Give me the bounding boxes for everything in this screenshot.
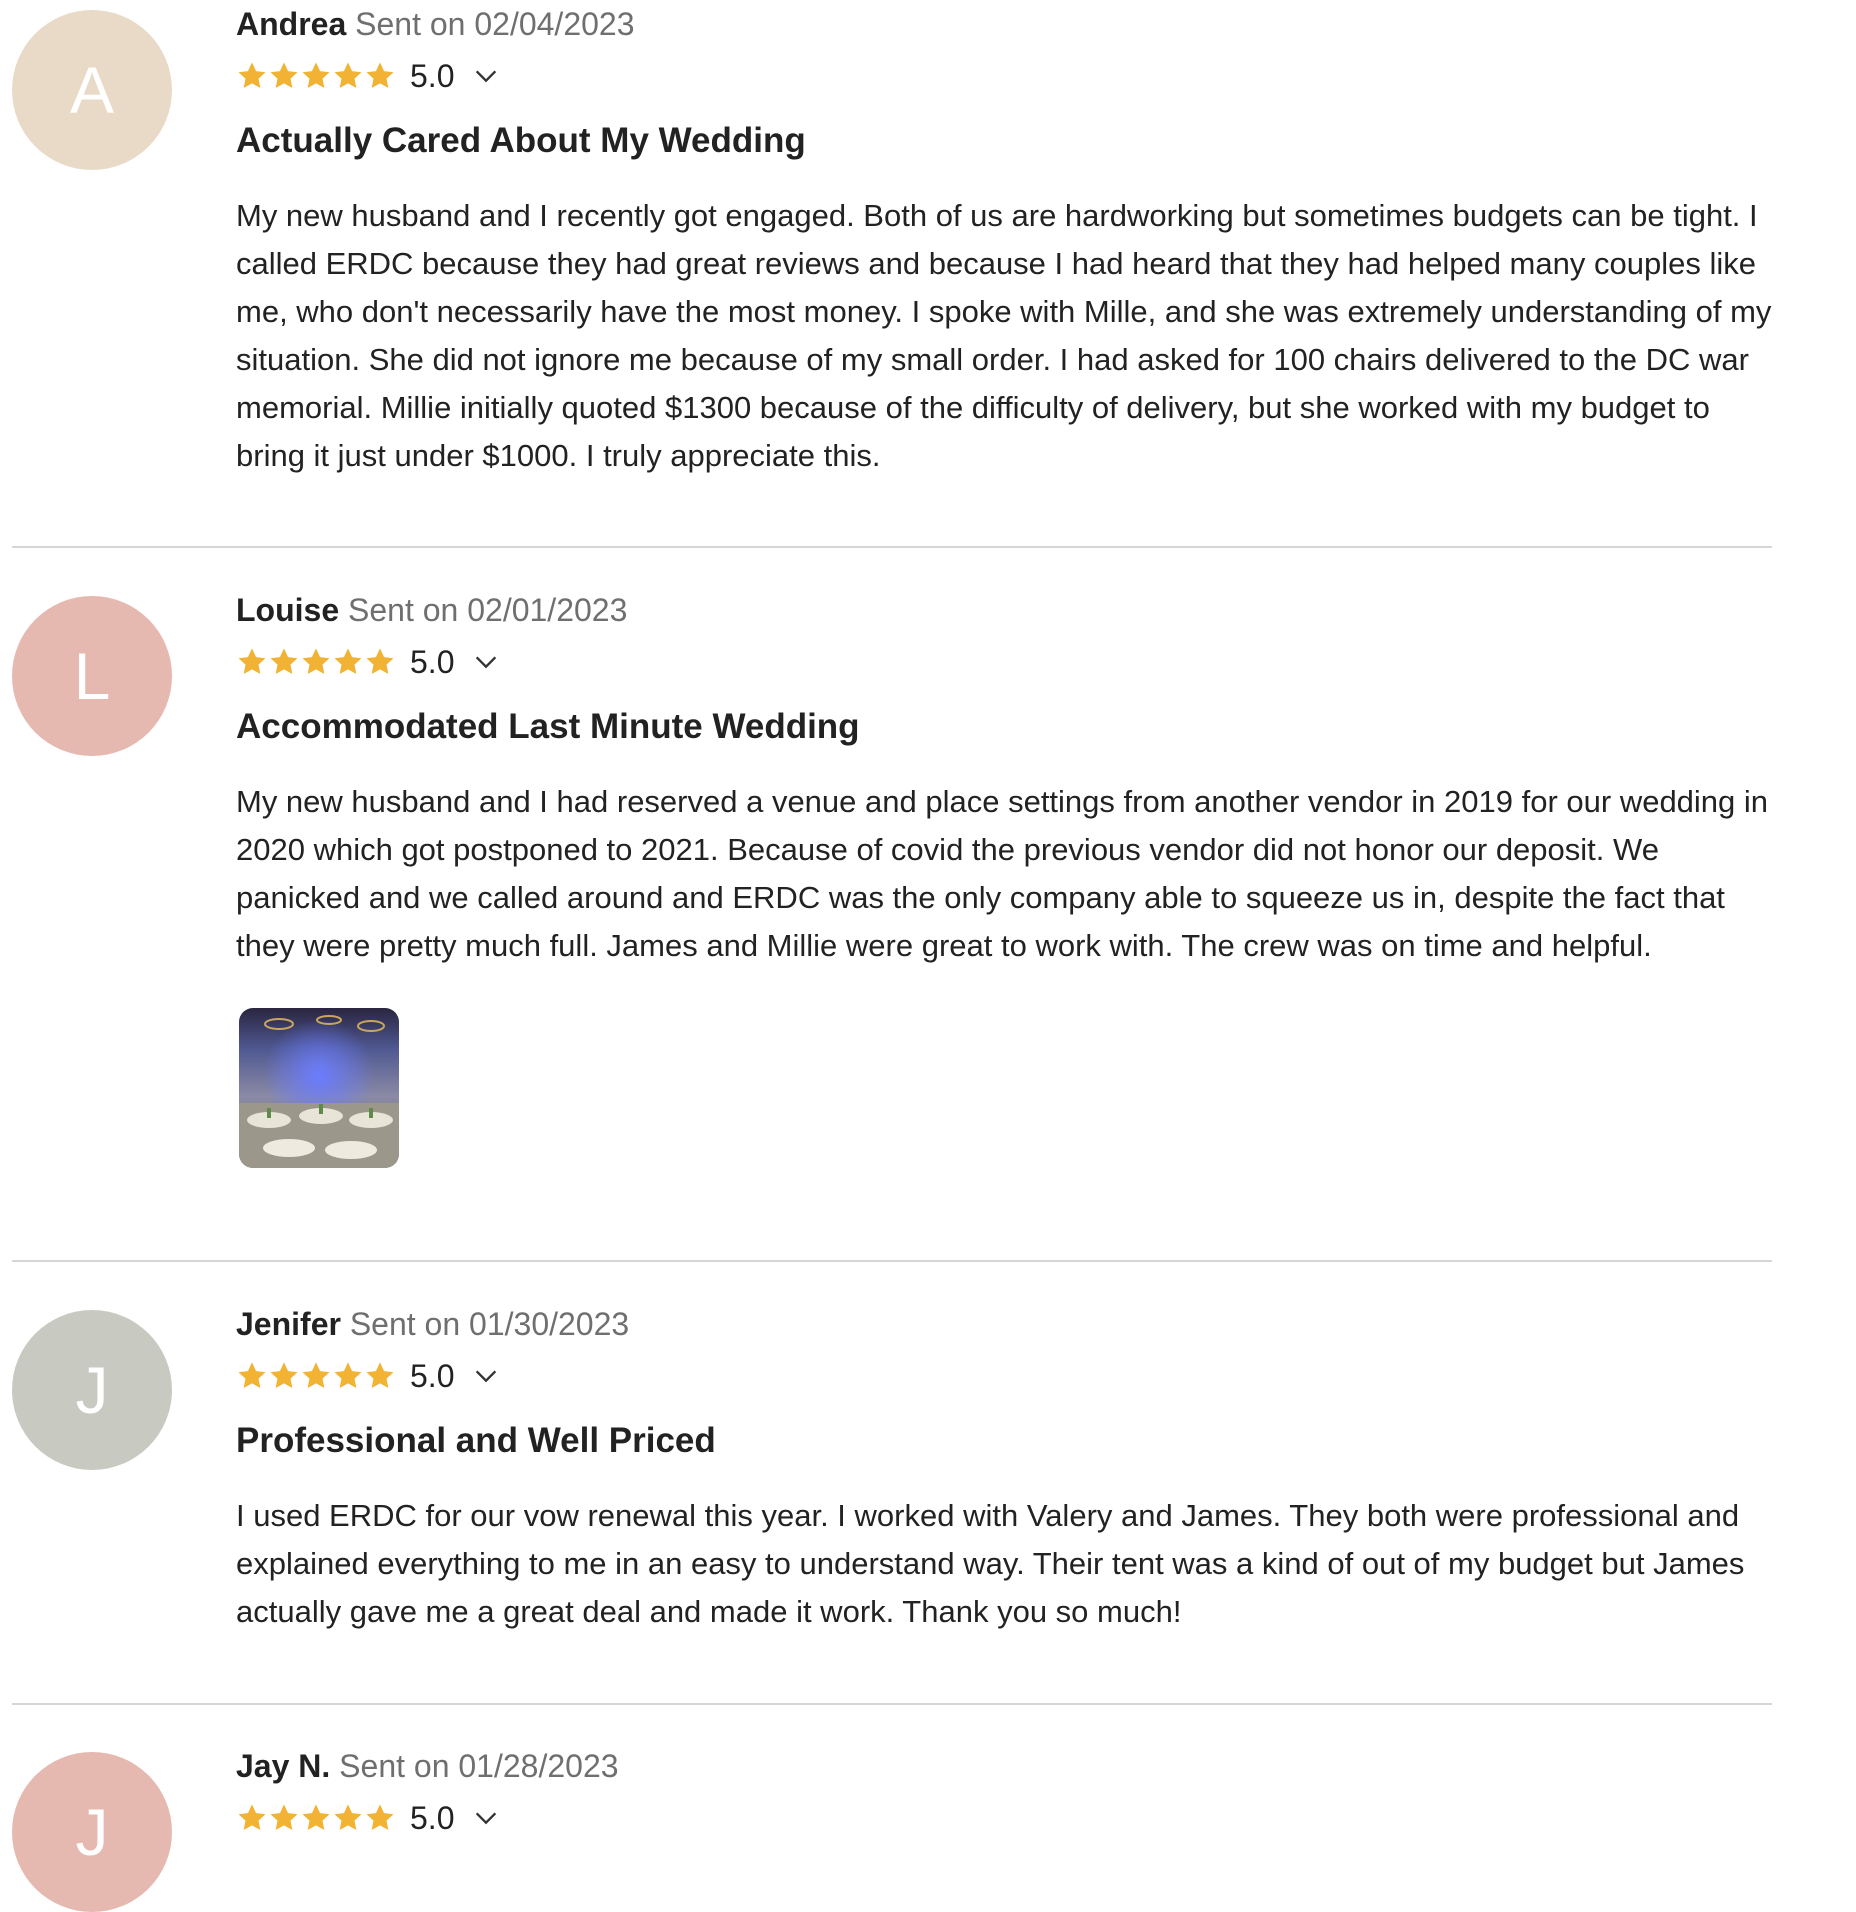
review-content: Jay N. Sent on 01/28/2023 5.0 [236,1748,1781,1842]
review-content: Jenifer Sent on 01/30/2023 5.0 Professio… [236,1306,1781,1636]
review-meta: Louise Sent on 02/01/2023 [236,590,1781,630]
chevron-down-icon[interactable] [472,1362,500,1390]
sent-label: Sent on [355,6,466,42]
divider [12,1260,1772,1262]
rating-value: 5.0 [410,1799,455,1836]
review-content: Louise Sent on 02/01/2023 5.0 Accommodat… [236,592,1781,1168]
star-icon [238,1804,266,1830]
star-icon [334,62,362,88]
review-meta: Jenifer Sent on 01/30/2023 [236,1304,1781,1344]
avatar: J [12,1752,172,1912]
star-rating [236,1360,396,1392]
reviewer-name: Jay N. [236,1748,331,1784]
review-body: I used ERDC for our vow renewal this yea… [236,1498,1745,1629]
rating-row: 5.0 [236,638,1781,686]
star-icon [366,648,394,674]
review-body: My new husband and I had reserved a venu… [236,784,1769,963]
reviewer-name: Louise [236,592,340,628]
star-icon [238,648,266,674]
star-icon [270,648,298,674]
reviewer-name: Jenifer [236,1306,341,1342]
star-icon [270,1804,298,1830]
sent-label: Sent on [349,1306,461,1342]
review-title: Actually Cared About My Wedding [236,121,806,160]
star-rating [236,646,396,678]
chevron-down-icon[interactable] [472,62,500,90]
review-photo[interactable] [239,1008,399,1168]
star-icon [238,1362,266,1388]
rating-row: 5.0 [236,52,1781,100]
review-title: Professional and Well Priced [236,1421,716,1460]
chevron-down-icon[interactable] [472,648,500,676]
sent-date: 01/30/2023 [469,1306,630,1342]
rating-value: 5.0 [410,1357,455,1394]
review-body: My new husband and I recently got engage… [236,198,1772,473]
sent-label: Sent on [348,592,459,628]
review-title: Accommodated Last Minute Wedding [236,707,860,746]
sent-date: 02/01/2023 [467,592,628,628]
star-icon [334,1362,362,1388]
star-icon [238,62,266,88]
sent-date: 02/04/2023 [474,6,635,42]
rating-value: 5.0 [410,643,455,680]
sent-date: 01/28/2023 [458,1748,619,1784]
divider [12,546,1772,548]
chevron-down-icon[interactable] [472,1804,500,1832]
star-icon [302,1362,330,1388]
star-rating [236,1802,396,1834]
star-icon [270,62,298,88]
star-rating [236,60,396,92]
divider [12,1703,1772,1705]
rating-row: 5.0 [236,1352,1781,1400]
star-icon [366,1804,394,1830]
avatar: A [12,10,172,170]
review-meta: Jay N. Sent on 01/28/2023 [236,1746,1781,1786]
star-icon [334,1804,362,1830]
avatar: J [12,1310,172,1470]
star-icon [270,1362,298,1388]
avatar: L [12,596,172,756]
review-content: Andrea Sent on 02/04/2023 5.0 Actually C… [236,6,1781,480]
star-icon [366,62,394,88]
star-icon [334,648,362,674]
reviewer-name: Andrea [236,6,347,42]
star-icon [302,62,330,88]
rating-row: 5.0 [236,1794,1781,1842]
star-icon [302,1804,330,1830]
review-meta: Andrea Sent on 02/04/2023 [236,4,1781,44]
star-icon [302,648,330,674]
star-icon [366,1362,394,1388]
rating-value: 5.0 [410,57,455,94]
sent-label: Sent on [339,1748,450,1784]
